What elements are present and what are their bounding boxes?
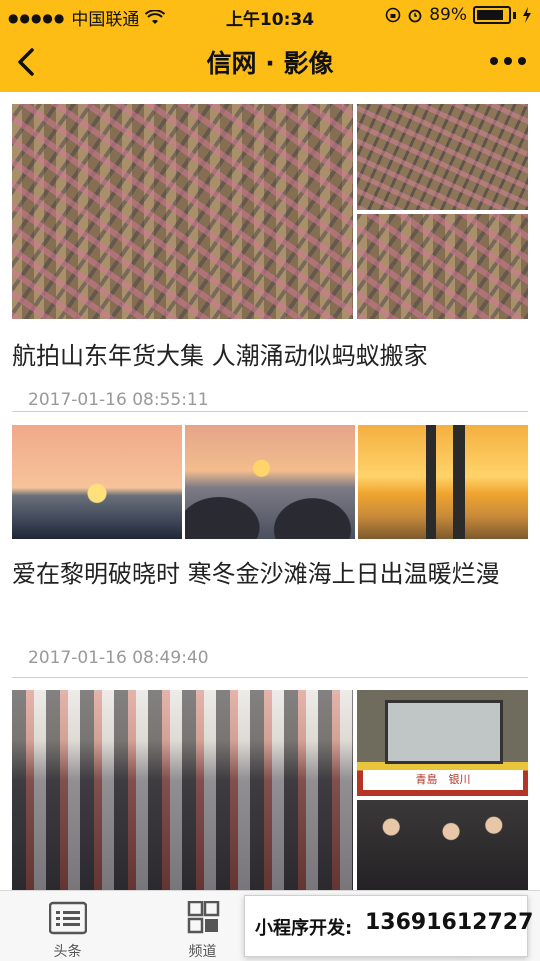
battery-tip — [513, 11, 516, 19]
status-right: 89% — [385, 5, 532, 25]
battery-percent: 89% — [429, 5, 467, 25]
article-side-photo — [357, 214, 528, 319]
article-photo — [358, 425, 528, 539]
train-sign: 青島 银川 — [363, 770, 523, 790]
article-side-photo — [357, 104, 528, 210]
battery-icon — [473, 6, 511, 24]
divider — [12, 677, 528, 678]
article-title[interactable]: 航拍山东年货大集 人潮涌动似蚂蚁搬家 — [12, 334, 528, 378]
article-main-photo — [12, 104, 353, 319]
article-photo — [12, 425, 182, 539]
train-window — [385, 700, 503, 764]
tab-headlines[interactable]: 头条 — [0, 891, 135, 961]
promo-banner[interactable]: 小程序开发: 13691612727 — [244, 895, 533, 957]
article-date: 2017-01-16 08:55:11 — [28, 390, 209, 410]
nav-bar: 信网 · 影像 — [0, 30, 540, 92]
article-side-photo — [357, 800, 528, 890]
article-card[interactable]: 航拍山东年货大集 人潮涌动似蚂蚁搬家 2017-01-16 08:55:11 — [12, 104, 528, 412]
status-bar: ●●●●● 中国联通 上午10:34 89% — [0, 0, 540, 30]
feed: 航拍山东年货大集 人潮涌动似蚂蚁搬家 2017-01-16 08:55:11 爱… — [0, 92, 540, 890]
article-main-photo — [12, 690, 353, 890]
more-button[interactable] — [486, 46, 530, 76]
divider — [12, 411, 528, 412]
article-card[interactable]: 爱在黎明破晓时 寒冬金沙滩海上日出温暖烂漫 2017-01-16 08:49:4… — [12, 425, 528, 678]
grid-icon — [187, 901, 219, 934]
article-side-photo: 青島 银川 — [357, 690, 528, 796]
promo-label: 小程序开发: — [255, 918, 353, 939]
article-card[interactable]: 青島 银川 — [12, 690, 528, 890]
page-title: 信网 · 影像 — [206, 49, 334, 78]
article-title[interactable]: 爱在黎明破晓时 寒冬金沙滩海上日出温暖烂漫 — [12, 552, 528, 596]
charging-icon — [523, 7, 531, 23]
promo-phone[interactable]: 13691612727 — [365, 910, 533, 935]
more-horizontal-icon — [490, 57, 526, 65]
header: ●●●●● 中国联通 上午10:34 89% 信网 · 影像 — [0, 0, 540, 92]
list-icon — [48, 901, 87, 935]
alarm-icon — [408, 9, 422, 23]
tab-label: 头条 — [53, 944, 82, 960]
article-date: 2017-01-16 08:49:40 — [28, 648, 209, 668]
rotation-lock-icon — [385, 7, 401, 23]
article-photo — [185, 425, 355, 539]
